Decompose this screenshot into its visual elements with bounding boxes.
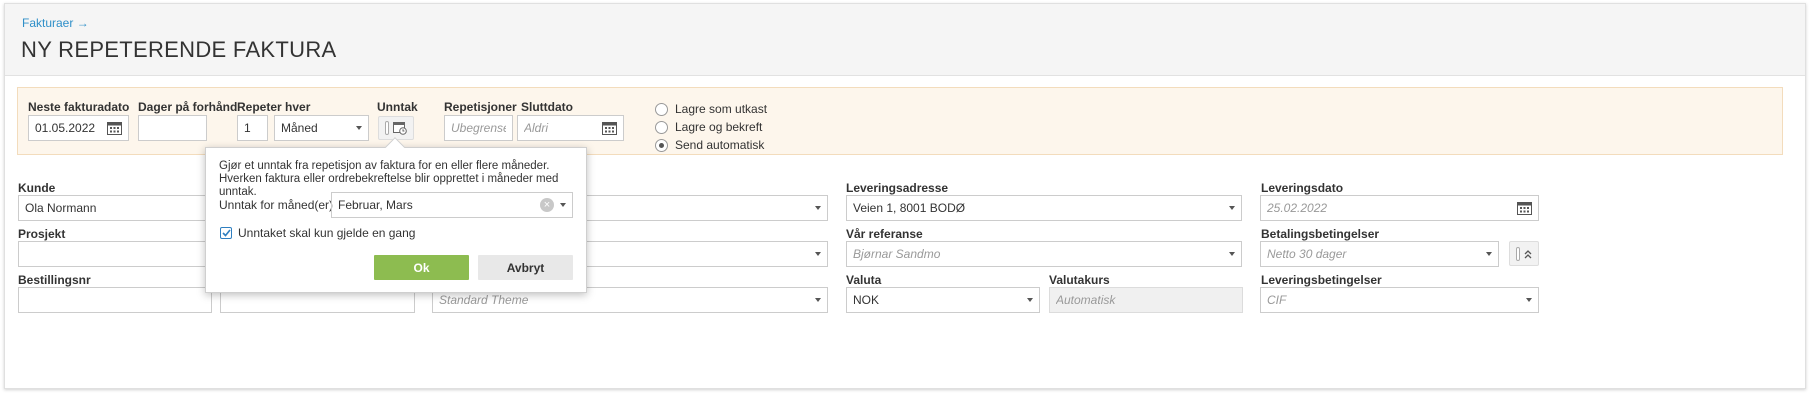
send-auto-label: Send automatisk xyxy=(675,138,765,152)
send-auto-option[interactable]: Send automatisk xyxy=(655,138,764,152)
exception-months-label: Unntak for måned(er) xyxy=(219,198,334,212)
repeat-count-value: 1 xyxy=(244,121,251,135)
checkbox-checked[interactable] xyxy=(220,227,232,239)
repeat-unit-value: Måned xyxy=(281,121,318,135)
payment-terms-label: Betalingsbetingelser xyxy=(1261,227,1380,241)
exceptions-button[interactable] xyxy=(378,116,414,140)
order-number-field[interactable] xyxy=(18,287,212,313)
chevron-down-icon xyxy=(815,206,821,210)
collapse-button[interactable] xyxy=(1509,241,1539,266)
page-header: Fakturaer → NY REPETERENDE FAKTURA xyxy=(5,4,1805,76)
currency-label: Valuta xyxy=(846,273,882,287)
radio-button[interactable] xyxy=(655,120,668,134)
toggle-pill-icon xyxy=(1516,246,1520,261)
save-confirm-label: Lagre og bekreft xyxy=(675,120,763,134)
delivery-terms-label: Leveringsbetingelser xyxy=(1261,273,1382,287)
chevron-down-icon xyxy=(1526,298,1532,302)
double-chevron-up-icon xyxy=(1524,249,1532,258)
theme-placeholder: Standard Theme xyxy=(439,293,529,307)
chevron-down-icon xyxy=(815,298,821,302)
next-invoice-date-value: 01.05.2022 xyxy=(35,121,96,135)
chevron-down-icon xyxy=(1229,206,1235,210)
delivery-address-value: Veien 1, 8001 BODØ xyxy=(853,201,966,215)
our-reference-placeholder: Bjørnar Sandmo xyxy=(853,247,941,261)
order-number-label: Bestillingsnr xyxy=(18,273,91,287)
currency-select[interactable]: NOK xyxy=(846,287,1040,313)
exceptions-label: Unntak xyxy=(377,100,418,114)
customer-label: Kunde xyxy=(18,181,56,195)
customer-field[interactable]: Ola Normann xyxy=(18,195,213,221)
project-field[interactable] xyxy=(18,241,213,267)
clear-icon[interactable]: × xyxy=(540,198,554,212)
next-invoice-date-field[interactable]: 01.05.2022 xyxy=(28,115,129,141)
save-draft-option[interactable]: Lagre som utkast xyxy=(655,102,767,116)
customer-value: Ola Normann xyxy=(25,201,97,215)
our-reference-label: Vår referanse xyxy=(846,227,923,241)
exchange-rate-placeholder: Automatisk xyxy=(1056,293,1116,307)
chevron-down-icon xyxy=(1229,252,1235,256)
days-in-advance-label: Dager på forhånd xyxy=(138,100,238,114)
delivery-address-select[interactable]: Veien 1, 8001 BODØ xyxy=(846,195,1242,221)
delivery-date-label: Leveringsdato xyxy=(1261,181,1344,195)
repeat-every-label: Repeter hver xyxy=(237,100,311,114)
delivery-terms-select[interactable]: CIF xyxy=(1260,287,1539,313)
days-in-advance-field[interactable] xyxy=(138,115,207,141)
end-date-field[interactable]: Aldri xyxy=(517,115,624,141)
exchange-rate-label: Valutakurs xyxy=(1049,273,1110,287)
repeat-unit-select[interactable]: Måned xyxy=(274,115,369,141)
calendar-icon[interactable] xyxy=(1517,201,1532,215)
delivery-date-placeholder: 25.02.2022 xyxy=(1267,201,1328,215)
breadcrumb-invoices[interactable]: Fakturaer → xyxy=(22,16,89,30)
checkmark-icon xyxy=(221,229,231,237)
end-date-label: Sluttdato xyxy=(521,100,573,114)
our-reference-select[interactable]: Bjørnar Sandmo xyxy=(846,241,1242,267)
calendar-icon[interactable] xyxy=(107,121,122,135)
page-title: NY REPETERENDE FAKTURA xyxy=(21,37,337,62)
project-label: Prosjekt xyxy=(18,227,66,241)
radio-button-checked[interactable] xyxy=(655,138,668,152)
exception-once-label: Unntaket skal kun gjelde en gang xyxy=(238,226,416,240)
chevron-down-icon xyxy=(356,126,362,130)
calendar-exception-icon xyxy=(393,122,407,135)
exception-popover: Gjør et unntak fra repetisjon av faktura… xyxy=(205,137,587,293)
payment-terms-placeholder: Netto 30 dager xyxy=(1267,247,1347,261)
currency-value: NOK xyxy=(853,293,880,307)
chevron-down-icon xyxy=(815,252,821,256)
repetitions-field[interactable]: Ubegrenset xyxy=(444,115,513,141)
calendar-icon[interactable] xyxy=(602,121,617,135)
cancel-button[interactable]: Avbryt xyxy=(478,255,573,280)
arrow-right-icon: → xyxy=(76,16,89,30)
payment-terms-select[interactable]: Netto 30 dager xyxy=(1260,241,1499,267)
delivery-date-field[interactable]: 25.02.2022 xyxy=(1260,195,1539,221)
save-confirm-option[interactable]: Lagre og bekreft xyxy=(655,120,762,134)
exchange-rate-field: Automatisk xyxy=(1049,287,1243,313)
toggle-pill-icon xyxy=(385,121,389,135)
repeat-count-field[interactable]: 1 xyxy=(237,115,268,141)
chevron-down-icon xyxy=(560,203,566,207)
exception-months-select[interactable]: Februar, Mars × xyxy=(331,192,573,218)
chevron-down-icon xyxy=(1486,252,1492,256)
delivery-address-label: Leveringsadresse xyxy=(846,181,949,195)
chevron-down-icon xyxy=(1027,298,1033,302)
exception-months-value: Februar, Mars xyxy=(338,198,413,212)
ok-button[interactable]: Ok xyxy=(374,255,469,280)
repetitions-label: Repetisjoner xyxy=(444,100,517,114)
radio-button[interactable] xyxy=(655,102,668,116)
exception-once-option[interactable]: Unntaket skal kun gjelde en gang xyxy=(220,226,415,240)
repetitions-placeholder: Ubegrenset xyxy=(451,121,506,135)
next-invoice-date-label: Neste fakturadato xyxy=(28,100,130,114)
save-draft-label: Lagre som utkast xyxy=(675,102,768,116)
delivery-terms-placeholder: CIF xyxy=(1267,293,1287,307)
end-date-placeholder: Aldri xyxy=(524,121,549,135)
breadcrumb-label[interactable]: Fakturaer xyxy=(22,16,73,30)
